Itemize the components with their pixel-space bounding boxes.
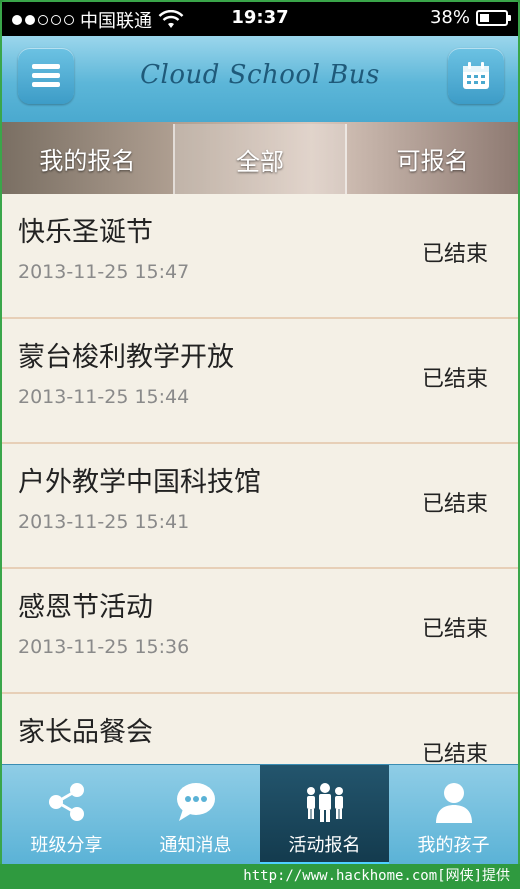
activity-title: 快乐圣诞节 — [18, 217, 153, 248]
list-item[interactable]: 家长品餐会 已结束 — [2, 694, 518, 764]
activity-date: 2013-11-25 15:44 — [18, 386, 190, 408]
status-bar: 中国联通 19:37 38% — [2, 2, 518, 36]
tab-my-signups[interactable]: 我的报名 — [2, 122, 173, 194]
activity-title: 蒙台梭利教学开放 — [18, 342, 234, 373]
nav-label: 我的孩子 — [417, 835, 490, 856]
activity-date: 2013-11-25 15:47 — [18, 261, 190, 283]
tab-available[interactable]: 可报名 — [347, 122, 518, 194]
calendar-button[interactable] — [448, 48, 504, 104]
tab-label: 可报名 — [396, 146, 469, 175]
activity-date: 2013-11-25 15:41 — [18, 511, 190, 533]
nav-label: 活动报名 — [288, 835, 361, 856]
activity-title: 户外教学中国科技馆 — [18, 467, 261, 498]
calendar-icon — [463, 62, 489, 89]
tab-label: 全部 — [236, 147, 284, 176]
app-header: Cloud School Bus — [2, 36, 518, 122]
nav-label: 班级分享 — [30, 835, 103, 856]
list-item[interactable]: 快乐圣诞节 2013-11-25 15:47 已结束 — [2, 194, 518, 319]
activity-title: 家长品餐会 — [18, 717, 153, 748]
tab-all[interactable]: 全部 — [172, 124, 348, 194]
activity-status: 已结束 — [421, 617, 488, 642]
activity-status: 已结束 — [421, 367, 488, 392]
screen: 中国联通 19:37 38% Cloud School Bus 我的报名 全部 … — [2, 2, 518, 864]
activity-status: 已结束 — [421, 242, 488, 267]
share-icon — [48, 783, 84, 821]
nav-notifications[interactable]: 通知消息 — [131, 765, 260, 864]
activity-status: 已结束 — [421, 492, 488, 517]
list-item[interactable]: 户外教学中国科技馆 2013-11-25 15:41 已结束 — [2, 444, 518, 569]
list-item[interactable]: 蒙台梭利教学开放 2013-11-25 15:44 已结束 — [2, 319, 518, 444]
chat-bubble-icon — [176, 783, 215, 821]
activity-status: 已结束 — [421, 742, 488, 764]
activity-list: 快乐圣诞节 2013-11-25 15:47 已结束 蒙台梭利教学开放 2013… — [2, 194, 518, 764]
tab-label: 我的报名 — [39, 146, 136, 175]
nav-class-share[interactable]: 班级分享 — [2, 765, 131, 864]
list-item[interactable]: 感恩节活动 2013-11-25 15:36 已结束 — [2, 569, 518, 694]
watermark: http://www.hackhome.com[网侠]提供 — [0, 864, 520, 889]
group-icon — [306, 783, 343, 822]
nav-label: 通知消息 — [159, 835, 232, 856]
nav-activity-signup[interactable]: 活动报名 — [260, 765, 389, 864]
person-icon — [435, 783, 472, 823]
battery-percent: 38% — [429, 7, 470, 28]
filter-tabs: 我的报名 全部 可报名 — [2, 122, 518, 194]
status-right: 38% — [429, 7, 511, 28]
app-title: Cloud School Bus — [140, 60, 380, 90]
activity-date: 2013-11-25 15:36 — [18, 636, 190, 658]
battery-fill — [480, 13, 489, 22]
nav-my-child[interactable]: 我的孩子 — [389, 765, 518, 864]
battery-icon — [476, 9, 511, 26]
activity-title: 感恩节活动 — [18, 592, 153, 623]
bottom-nav: 班级分享 通知消息 活动报名 我的孩子 — [2, 764, 518, 864]
